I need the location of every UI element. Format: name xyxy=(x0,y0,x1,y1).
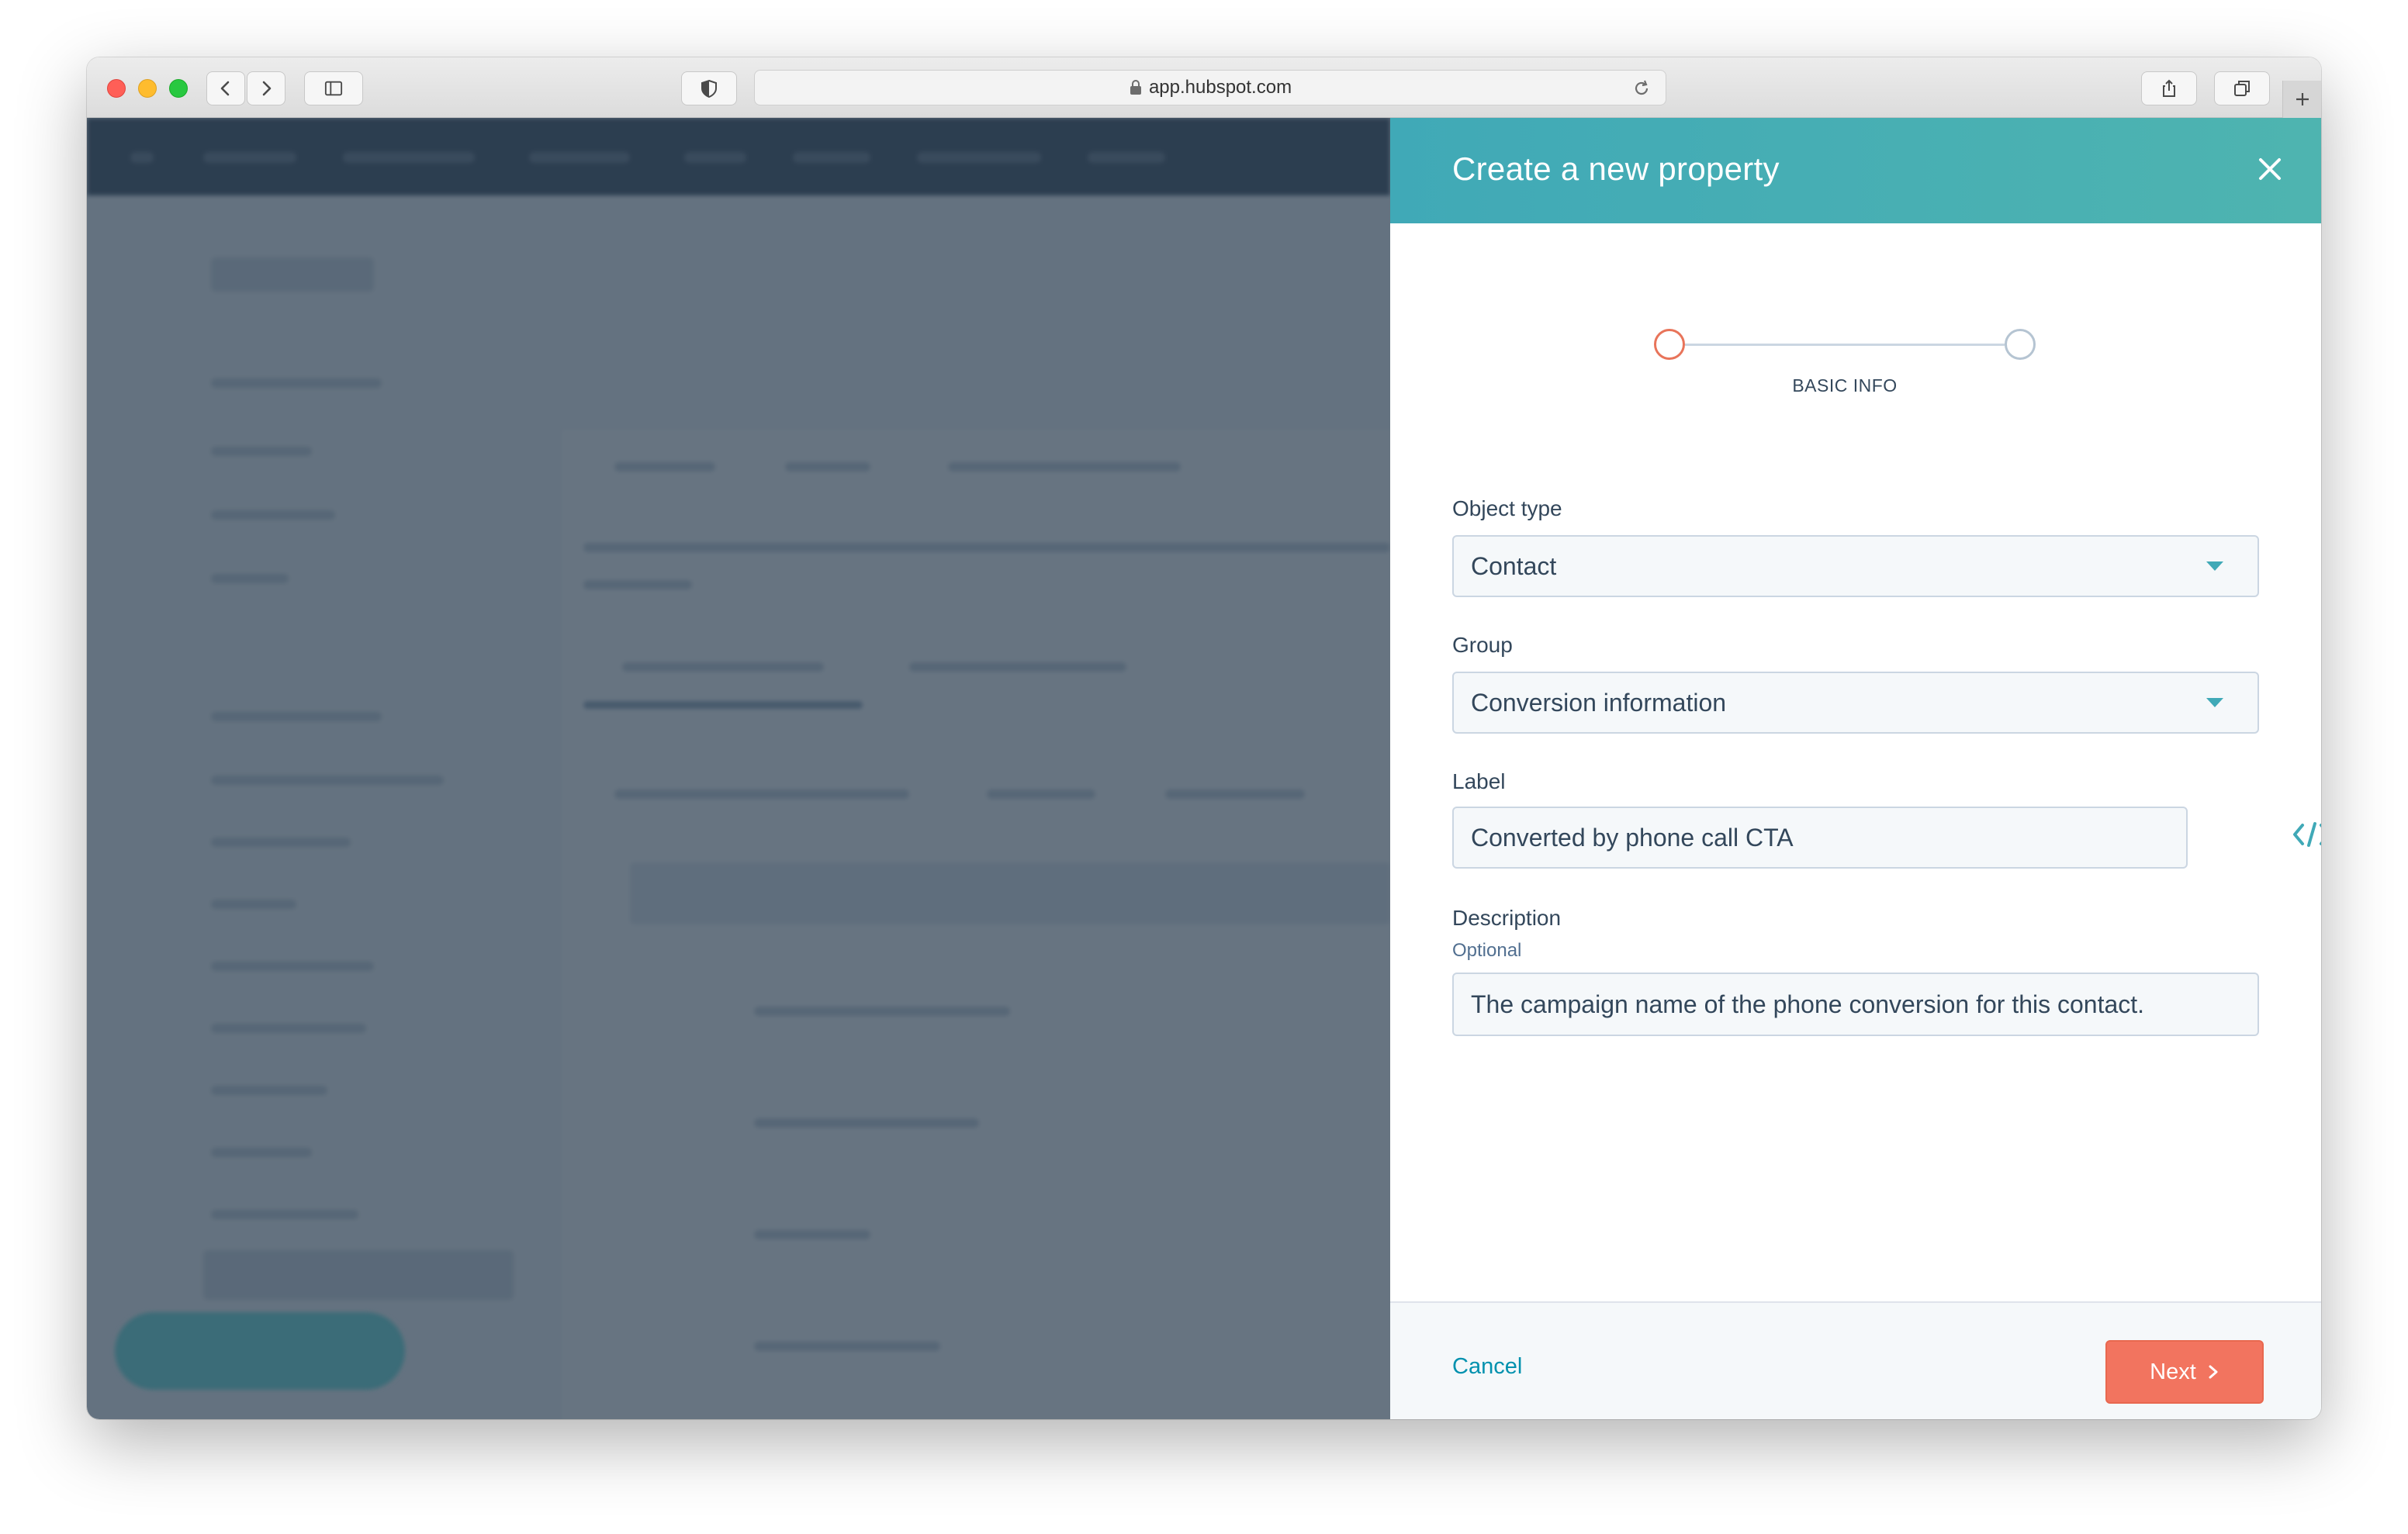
address-url: app.hubspot.com xyxy=(1148,77,1292,98)
step-next-dot xyxy=(2005,329,2036,360)
sidebar-toggle-button[interactable] xyxy=(304,71,363,105)
chat-widget[interactable] xyxy=(115,1312,405,1390)
code-icon xyxy=(2293,822,2321,847)
browser-toolbar: app.hubspot.com xyxy=(87,57,2321,118)
window-close-button[interactable] xyxy=(107,79,126,98)
forward-button[interactable] xyxy=(247,71,285,105)
address-bar[interactable]: app.hubspot.com xyxy=(754,70,1666,105)
chevron-left-icon xyxy=(220,81,230,96)
chevron-right-icon xyxy=(262,81,272,96)
background-app xyxy=(87,118,1390,1419)
chevron-right-icon xyxy=(2209,1365,2218,1379)
panel-title: Create a new property xyxy=(1452,150,1780,187)
internal-name-code-button[interactable] xyxy=(2292,817,2321,852)
step-label: BASIC INFO xyxy=(1792,375,1898,396)
label-field-label: Label xyxy=(1452,769,1506,793)
description-optional-text: Optional xyxy=(1452,940,1522,961)
tabs-icon xyxy=(2234,81,2250,96)
share-icon xyxy=(2163,79,2175,97)
caret-down-icon xyxy=(2206,698,2223,707)
object-type-label: Object type xyxy=(1452,496,1562,520)
new-tab-button[interactable] xyxy=(2282,81,2321,118)
group-value: Conversion information xyxy=(1471,688,1727,717)
group-label: Group xyxy=(1452,633,1513,657)
sidebar-icon xyxy=(324,81,343,96)
window-minimize-button[interactable] xyxy=(138,79,157,98)
step-basic-info-dot xyxy=(1654,329,1685,360)
window-maximize-button[interactable] xyxy=(169,79,188,98)
tabs-overview-button[interactable] xyxy=(2214,71,2270,105)
panel-header: Create a new property xyxy=(1390,118,2321,223)
close-icon xyxy=(2259,158,2281,180)
progress-stepper: BASIC INFO xyxy=(1654,329,2036,406)
object-type-select[interactable]: Contact xyxy=(1452,535,2259,597)
description-label: Description xyxy=(1452,906,1562,930)
reload-icon[interactable] xyxy=(1631,78,1652,98)
privacy-shield-button[interactable] xyxy=(681,71,737,105)
next-button[interactable]: Next xyxy=(2105,1340,2264,1404)
lock-icon xyxy=(1130,80,1141,95)
close-button[interactable] xyxy=(2253,152,2287,186)
caret-down-icon xyxy=(2206,561,2223,571)
panel-footer: Cancel Next xyxy=(1390,1301,2321,1419)
stepper-line xyxy=(1685,344,2005,346)
plus-icon xyxy=(2296,93,2309,105)
description-input[interactable] xyxy=(1452,973,2259,1036)
next-button-label: Next xyxy=(2150,1359,2196,1384)
shield-icon xyxy=(701,79,717,98)
cancel-button[interactable]: Cancel xyxy=(1452,1354,1522,1380)
browser-window: app.hubspot.com Create a new property BA… xyxy=(87,57,2321,1419)
label-input[interactable] xyxy=(1452,807,2188,869)
back-button[interactable] xyxy=(206,71,245,105)
object-type-value: Contact xyxy=(1471,551,1557,580)
create-property-panel: Create a new property BASIC INFO Object … xyxy=(1390,118,2321,1419)
group-select[interactable]: Conversion information xyxy=(1452,672,2259,734)
share-button[interactable] xyxy=(2141,71,2197,105)
modal-overlay[interactable] xyxy=(87,118,1390,1419)
